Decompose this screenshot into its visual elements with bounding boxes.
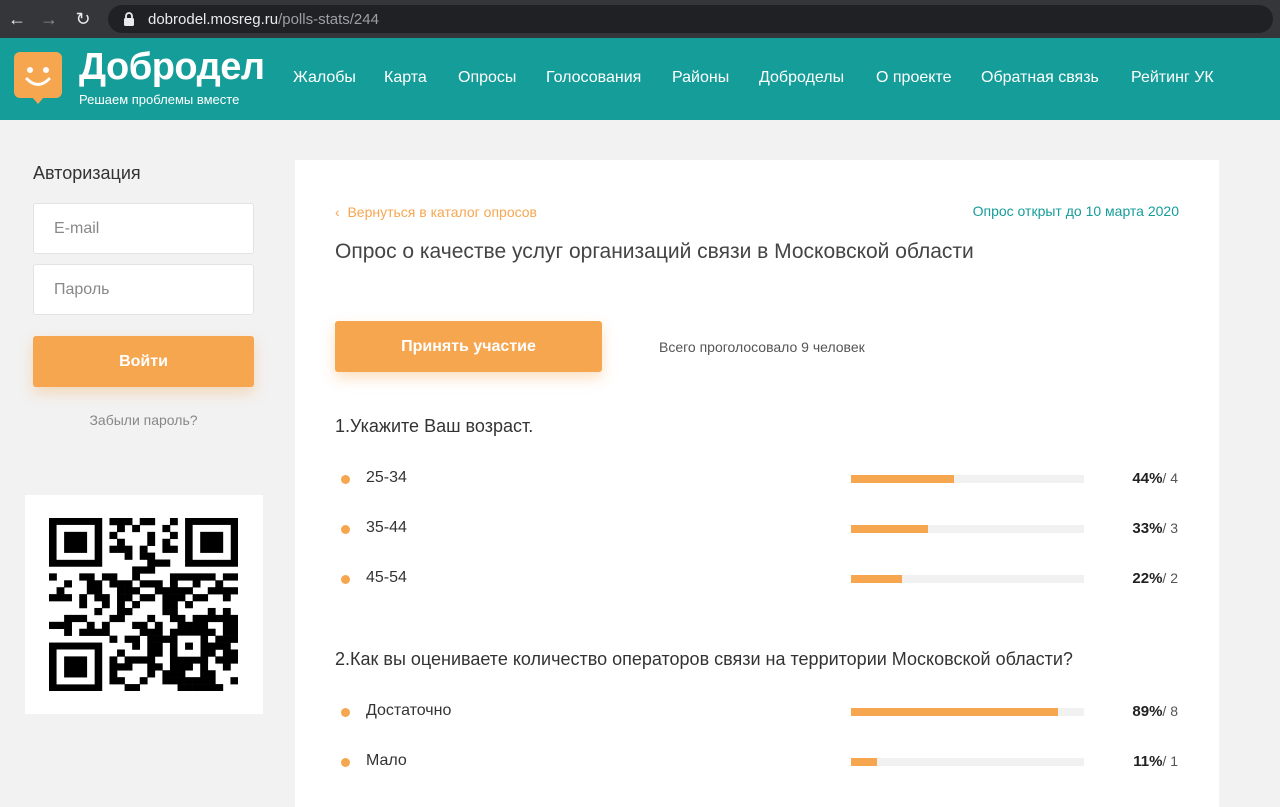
- back-to-catalog-link[interactable]: ‹ Вернуться в каталог опросов: [335, 204, 537, 220]
- browser-toolbar: ← → ↻ dobrodel.mosreg.ru/polls-stats/244: [0, 0, 1280, 38]
- result-stat: 22%/ 2: [1132, 570, 1178, 587]
- result-bar-fill: [851, 525, 928, 533]
- password-field[interactable]: [33, 264, 254, 315]
- bullet-dot-icon: [341, 475, 350, 484]
- result-bar-fill: [851, 475, 954, 483]
- logo-smiley-icon[interactable]: [14, 52, 62, 104]
- result-percent: 44%: [1132, 470, 1163, 487]
- result-count: / 2: [1162, 570, 1178, 586]
- back-link-label: Вернуться в каталог опросов: [347, 204, 537, 220]
- open-until-text: Опрос открыт до 10 марта 2020: [972, 203, 1179, 219]
- poll-card: ‹ Вернуться в каталог опросов Опрос откр…: [295, 160, 1219, 807]
- result-bar-fill: [851, 575, 903, 583]
- result-percent: 33%: [1132, 520, 1163, 537]
- answer-label: 25-34: [366, 469, 407, 486]
- nav-polls[interactable]: Опросы: [458, 69, 516, 87]
- url-domain: dobrodel.mosreg.ru: [148, 10, 279, 28]
- poll-title: Опрос о качестве услуг организаций связи…: [335, 240, 974, 263]
- answer-label: Достаточно: [366, 702, 452, 719]
- nav-about[interactable]: О проекте: [876, 69, 951, 87]
- bullet-dot-icon: [341, 708, 350, 717]
- nav-feedback[interactable]: Обратная связь: [981, 69, 1099, 87]
- result-count: / 8: [1162, 703, 1178, 719]
- address-bar[interactable]: dobrodel.mosreg.ru/polls-stats/244: [108, 5, 1273, 33]
- participate-button[interactable]: Принять участие: [335, 321, 602, 372]
- answer-label: 35-44: [366, 519, 407, 536]
- nav-dobrodely[interactable]: Доброделы: [759, 69, 844, 87]
- result-percent: 22%: [1132, 570, 1163, 587]
- lock-icon: [122, 12, 136, 26]
- answer-row: 25-34 44%/ 4: [335, 469, 1180, 489]
- result-count: / 1: [1162, 753, 1178, 769]
- bullet-dot-icon: [341, 758, 350, 767]
- result-stat: 11%/ 1: [1133, 753, 1178, 770]
- back-icon[interactable]: ←: [0, 0, 34, 38]
- answer-label: Мало: [366, 752, 407, 769]
- qr-code-image: [49, 518, 238, 691]
- auth-title: Авторизация: [33, 163, 141, 183]
- forward-icon[interactable]: →: [32, 0, 66, 38]
- nav-complaints[interactable]: Жалобы: [293, 69, 356, 87]
- result-count: / 4: [1162, 470, 1178, 486]
- result-stat: 89%/ 8: [1132, 703, 1178, 720]
- result-bar-fill: [851, 708, 1059, 716]
- answer-label: 45-54: [366, 569, 407, 586]
- result-stat: 33%/ 3: [1132, 520, 1178, 537]
- bullet-dot-icon: [341, 575, 350, 584]
- answer-row: Достаточно 89%/ 8: [335, 702, 1180, 722]
- result-bar: [851, 525, 1084, 533]
- answer-row: 35-44 33%/ 3: [335, 519, 1180, 539]
- result-bar: [851, 475, 1084, 483]
- result-bar: [851, 575, 1084, 583]
- result-stat: 44%/ 4: [1132, 470, 1178, 487]
- forgot-password-link[interactable]: Забыли пароль?: [33, 412, 254, 428]
- nav-rating[interactable]: Рейтинг УК: [1131, 69, 1214, 87]
- qr-code: [25, 495, 263, 714]
- result-percent: 11%: [1133, 753, 1163, 770]
- result-bar: [851, 758, 1084, 766]
- url-path: /polls-stats/244: [278, 10, 379, 28]
- bullet-dot-icon: [341, 525, 350, 534]
- question-title: 2.Как вы оцениваете количество операторо…: [335, 649, 1073, 669]
- login-button[interactable]: Войти: [33, 336, 254, 387]
- result-bar: [851, 708, 1084, 716]
- chevron-left-icon: ‹: [335, 204, 340, 220]
- answer-row: Мало 11%/ 1: [335, 752, 1180, 772]
- total-votes: Всего проголосовало 9 человек: [659, 339, 865, 355]
- result-percent: 89%: [1132, 703, 1163, 720]
- answer-row: 45-54 22%/ 2: [335, 569, 1180, 589]
- email-field[interactable]: [33, 203, 254, 254]
- site-header: Добродел Решаем проблемы вместе Жалобы К…: [0, 38, 1280, 120]
- question-title: 1.Укажите Ваш возраст.: [335, 416, 534, 436]
- reload-icon[interactable]: ↻: [66, 0, 100, 38]
- result-count: / 3: [1162, 520, 1178, 536]
- result-bar-fill: [851, 758, 877, 766]
- nav-districts[interactable]: Районы: [672, 69, 729, 87]
- logo-title[interactable]: Добродел: [79, 46, 265, 89]
- logo-subtitle: Решаем проблемы вместе: [79, 92, 240, 107]
- nav-votes[interactable]: Голосования: [546, 69, 641, 87]
- nav-map[interactable]: Карта: [384, 69, 427, 87]
